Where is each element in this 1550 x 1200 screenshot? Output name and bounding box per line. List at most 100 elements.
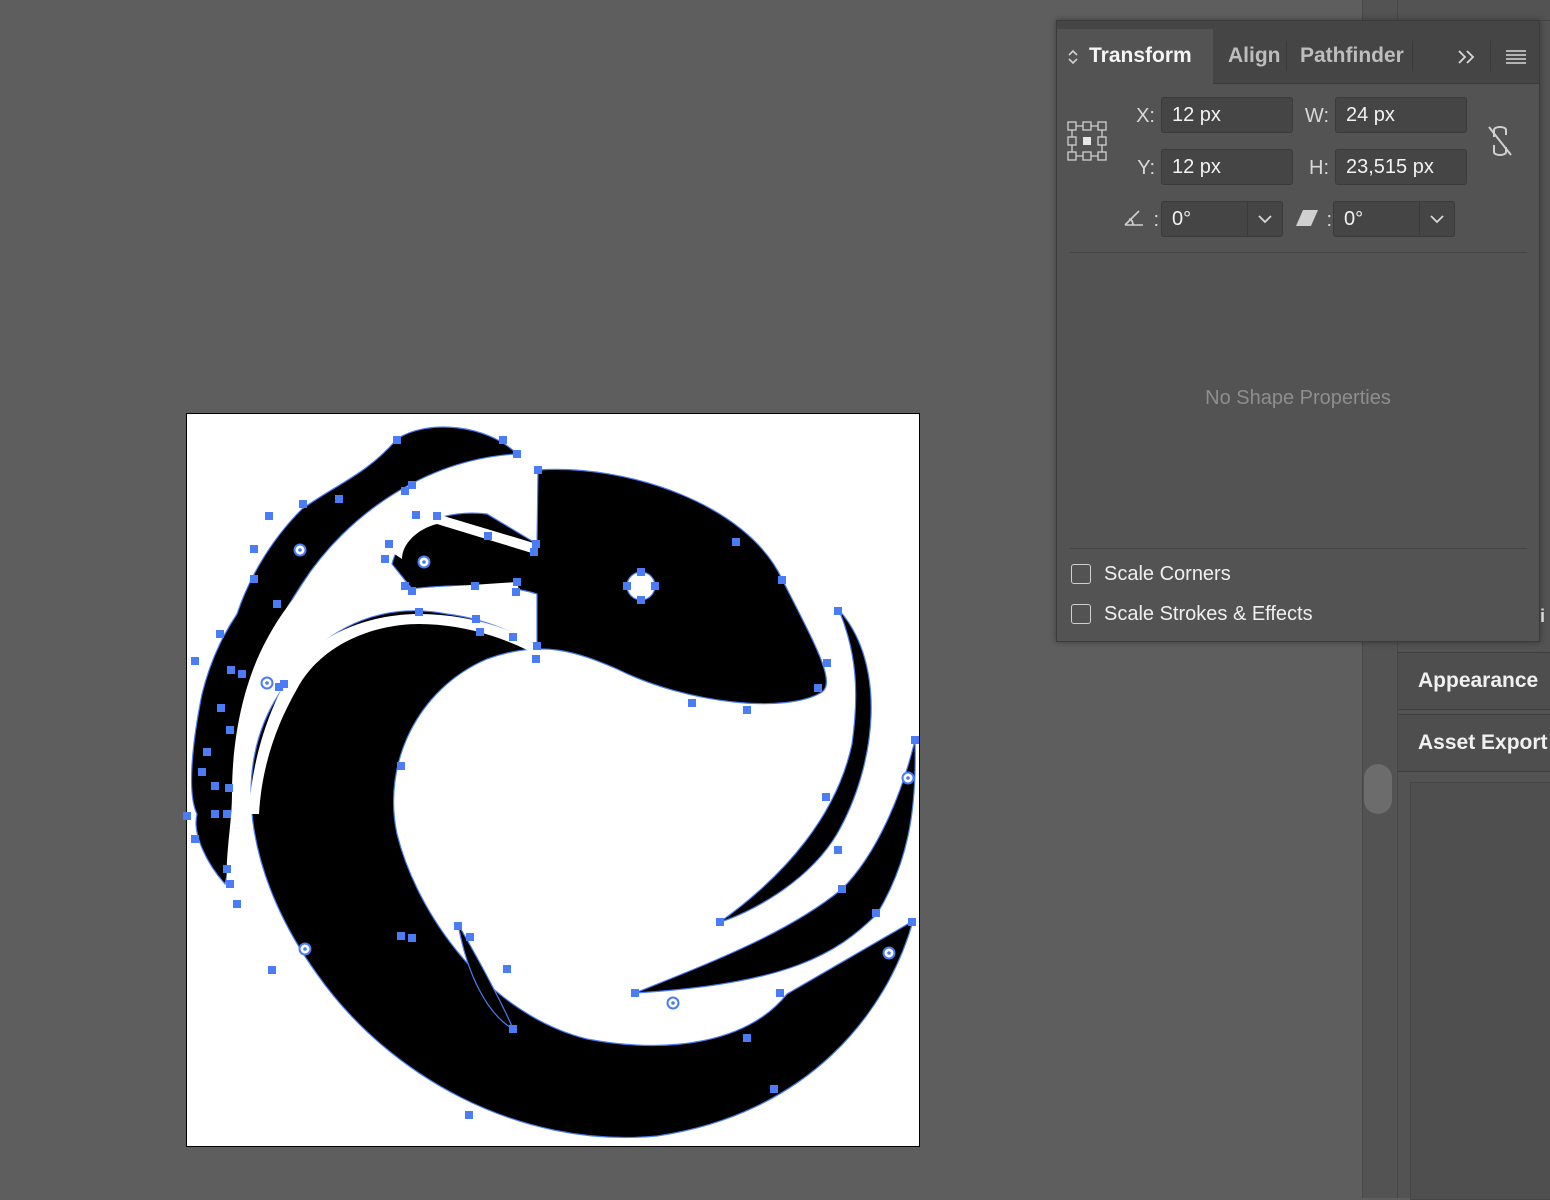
anchor-point[interactable] (211, 782, 219, 790)
anchor-point[interactable] (872, 909, 880, 917)
reference-point-grid-icon[interactable] (1067, 121, 1107, 161)
anchor-point[interactable] (466, 933, 474, 941)
anchor-point[interactable] (408, 587, 416, 595)
anchor-point[interactable] (250, 575, 258, 583)
anchor-point[interactable] (814, 684, 822, 692)
anchor-point[interactable] (381, 555, 389, 563)
anchor-point[interactable] (401, 487, 409, 495)
shear-dropdown[interactable] (1419, 201, 1455, 237)
anchor-point[interactable] (509, 1025, 517, 1033)
anchor-point[interactable] (532, 540, 540, 548)
anchor-point[interactable] (454, 922, 462, 930)
scale-strokes-label[interactable]: Scale Strokes & Effects (1104, 603, 1313, 626)
anchor-point[interactable] (183, 812, 191, 820)
anchor-point[interactable] (385, 540, 393, 548)
anchor-point[interactable] (191, 835, 199, 843)
anchor-point[interactable] (651, 582, 659, 590)
anchor-point[interactable] (530, 548, 538, 556)
hamburger-menu-icon[interactable] (1505, 49, 1527, 65)
anchor-point[interactable] (503, 965, 511, 973)
rotate-field[interactable]: 0° (1161, 201, 1249, 237)
anchor-point[interactable] (512, 588, 520, 596)
shear-field[interactable]: 0° (1333, 201, 1421, 237)
artboard[interactable] (183, 413, 920, 1147)
anchor-point[interactable] (513, 450, 521, 458)
anchor-point[interactable] (778, 576, 786, 584)
anchor-point[interactable] (770, 1085, 778, 1093)
anchor-point[interactable] (534, 466, 542, 474)
anchor-point[interactable] (465, 1111, 473, 1119)
anchor-point[interactable] (397, 762, 405, 770)
anchor-point[interactable] (233, 900, 241, 908)
tab-transform[interactable]: Transform (1057, 29, 1213, 84)
anchor-point[interactable] (743, 1034, 751, 1042)
anchor-point[interactable] (908, 918, 916, 926)
anchor-point[interactable] (509, 633, 517, 641)
anchor-point[interactable] (226, 726, 234, 734)
anchor-point[interactable] (637, 596, 645, 604)
dock-scrollbar[interactable] (1364, 764, 1392, 814)
anchor-point[interactable] (223, 810, 231, 818)
y-field[interactable]: 12 px (1161, 149, 1293, 185)
anchor-point[interactable] (533, 642, 541, 650)
anchor-point[interactable] (268, 966, 276, 974)
anchor-point[interactable] (211, 810, 219, 818)
anchor-point[interactable] (484, 532, 492, 540)
anchor-point[interactable] (476, 628, 484, 636)
unlinked-constrain-proportions-icon[interactable] (1485, 123, 1515, 159)
tab-pathfinder[interactable]: Pathfinder (1300, 29, 1404, 83)
anchor-point[interactable] (834, 846, 842, 854)
anchor-point[interactable] (238, 670, 246, 678)
anchor-point[interactable] (191, 657, 199, 665)
anchor-point[interactable] (217, 704, 225, 712)
anchor-point[interactable] (631, 989, 639, 997)
tab-align[interactable]: Align (1228, 29, 1281, 83)
anchor-point[interactable] (623, 582, 631, 590)
anchor-point[interactable] (415, 608, 423, 616)
anchor-point[interactable] (716, 918, 724, 926)
x-field[interactable]: 12 px (1161, 97, 1293, 133)
anchor-point[interactable] (223, 865, 231, 873)
scale-strokes-checkbox[interactable] (1071, 604, 1091, 624)
anchor-point[interactable] (911, 736, 919, 744)
anchor-point[interactable] (273, 600, 281, 608)
anchor-point[interactable] (275, 683, 283, 691)
anchor-point[interactable] (216, 630, 224, 638)
anchor-point[interactable] (412, 511, 420, 519)
anchor-point[interactable] (397, 932, 405, 940)
anchor-point[interactable] (265, 512, 273, 520)
anchor-point[interactable] (513, 578, 521, 586)
anchor-point[interactable] (250, 545, 258, 553)
anchor-point[interactable] (688, 699, 696, 707)
anchor-point[interactable] (408, 934, 416, 942)
scale-corners-checkbox[interactable] (1071, 564, 1091, 584)
rotate-dropdown[interactable] (1247, 201, 1283, 237)
anchor-point[interactable] (225, 784, 233, 792)
anchor-point[interactable] (299, 500, 307, 508)
anchor-point[interactable] (198, 768, 206, 776)
h-field[interactable]: 23,515 px (1335, 149, 1467, 185)
anchor-point[interactable] (472, 615, 480, 623)
anchor-point[interactable] (732, 538, 740, 546)
anchor-point[interactable] (823, 659, 831, 667)
anchor-point[interactable] (433, 512, 441, 520)
shape-head-body[interactable] (250, 468, 914, 1138)
anchor-point[interactable] (401, 582, 409, 590)
anchor-point[interactable] (393, 436, 401, 444)
appearance-panel-header[interactable]: Appearance (1398, 652, 1550, 710)
selected-artwork[interactable] (183, 414, 919, 1146)
anchor-point[interactable] (776, 989, 784, 997)
asset-export-panel-header[interactable]: Asset Export (1398, 714, 1550, 772)
anchor-point[interactable] (822, 793, 830, 801)
anchor-point[interactable] (532, 655, 540, 663)
anchor-point[interactable] (838, 885, 846, 893)
panel-drag-bar[interactable] (1057, 21, 1539, 29)
dock-hidden-tab-peek[interactable]: i (1540, 606, 1545, 627)
w-field[interactable]: 24 px (1335, 97, 1467, 133)
anchor-point[interactable] (408, 481, 416, 489)
anchor-point[interactable] (203, 748, 211, 756)
expand-collapse-icon[interactable] (1067, 48, 1079, 66)
scale-corners-label[interactable]: Scale Corners (1104, 563, 1231, 586)
anchor-point[interactable] (834, 607, 842, 615)
anchor-point[interactable] (637, 568, 645, 576)
